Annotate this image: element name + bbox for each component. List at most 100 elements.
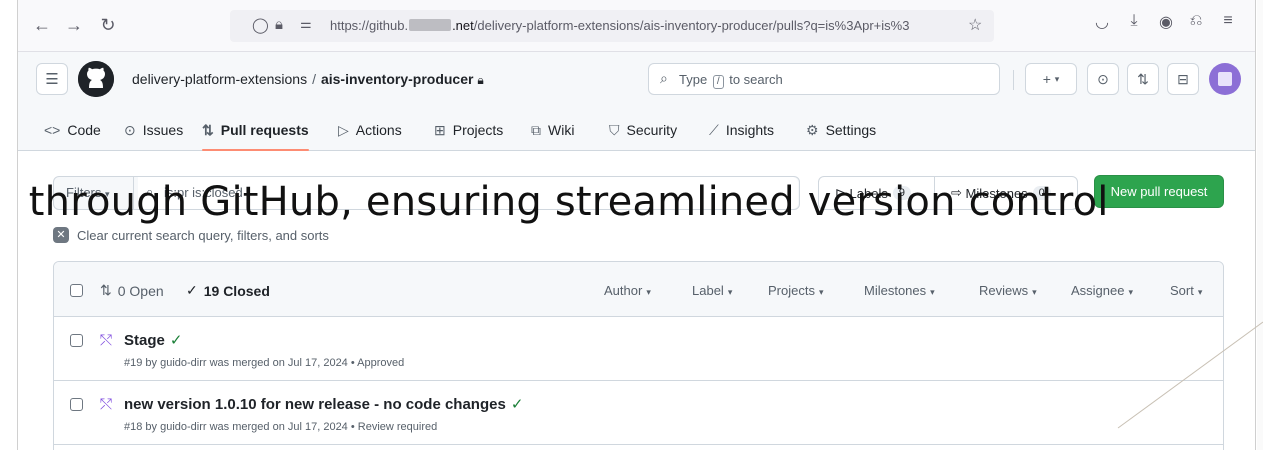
tab-actions[interactable]: ▷ Actions (338, 109, 402, 151)
browser-window: ← → ↻ ◯ 🔒︎ ⚌ https://github. .net/deliver… (18, 0, 1256, 450)
issues-button[interactable]: ⊙ (1087, 63, 1119, 95)
tab-label: Projects (452, 122, 504, 138)
tab-issues[interactable]: ⊙ Issues (124, 109, 183, 151)
repo-nav-tabs: <> Code ⊙ Issues ⇅ Pull requests ▷ Actions ⊞… (18, 109, 1255, 151)
caret-down-icon: ▾ (646, 287, 651, 297)
issue-opened-icon: ⊙ (124, 121, 136, 138)
tab-wiki[interactable]: ⧉ Wiki (531, 109, 574, 151)
github-logo-icon[interactable] (78, 61, 114, 97)
projects-filter[interactable]: Projects ▾ (768, 283, 824, 298)
row-checkbox[interactable] (70, 398, 83, 411)
table-icon: ⊞ (434, 121, 446, 138)
label-filter[interactable]: Label ▾ (692, 283, 732, 298)
caret-down-icon: ▾ (818, 287, 824, 297)
closed-filter-link[interactable]: ✓ 19 Closed (186, 282, 270, 299)
gear-icon: ⚙ (806, 121, 819, 138)
pr-title-link[interactable]: Stage ✓ (124, 331, 182, 349)
hamburger-icon: ☰ (45, 71, 59, 88)
menu-icon[interactable]: ≡ (1216, 12, 1240, 30)
tab-pull-requests[interactable]: ⇅ Pull requests (202, 109, 309, 151)
book-icon: ⧉ (531, 121, 541, 138)
open-filter-link[interactable]: ⇅ 0 Open (100, 282, 164, 299)
list-header: ⇅ 0 Open ✓ 19 Closed Author ▾ Label ▾ Projec… (54, 262, 1223, 317)
github-header: ☰ delivery-platform-extensions / ais-inven… (18, 52, 1255, 151)
clear-filters-label: Clear current search query, filters, and… (77, 227, 329, 243)
caret-down-icon: ▾ (1054, 73, 1060, 84)
url-prefix: https://github. (330, 18, 409, 33)
repo-owner-link[interactable]: delivery-platform-extensions (132, 71, 307, 87)
lock-icon[interactable]: 🔒︎ (275, 16, 283, 33)
account-icon[interactable]: ◉ (1154, 12, 1178, 32)
back-icon[interactable]: ← (28, 11, 56, 39)
graph-icon: ⟋ (709, 121, 719, 138)
projects-filter-label: Projects (768, 283, 815, 298)
search-placeholder-after: to search (729, 72, 783, 87)
tab-label: Pull requests (220, 122, 309, 138)
assignee-filter[interactable]: Assignee ▾ (1071, 283, 1133, 298)
menu-button[interactable]: ☰ (36, 63, 68, 95)
download-icon[interactable]: ⤓ (1122, 12, 1146, 30)
row-checkbox[interactable] (70, 334, 83, 347)
pull-requests-button[interactable]: ⇅ (1127, 63, 1159, 95)
tab-settings[interactable]: ⚙ Settings (806, 109, 876, 151)
search-input[interactable]: ⌕ Type / to search (648, 63, 1000, 95)
repo-name-link[interactable]: ais-inventory-producer (321, 71, 473, 87)
url-path: /delivery-platform-extensions/ais-invent… (473, 18, 910, 33)
play-icon: ▷ (338, 121, 349, 138)
caret-down-icon: ▾ (727, 287, 733, 297)
redacted-domain (409, 19, 452, 31)
git-pull-request-icon: ⇅ (202, 121, 214, 138)
sort-label: Sort (1170, 283, 1194, 298)
avatar[interactable] (1209, 63, 1241, 95)
tab-label: Issues (142, 122, 184, 138)
tab-label: Actions (355, 122, 402, 138)
address-bar[interactable]: ◯ 🔒︎ ⚌ https://github. .net/delivery-plat… (230, 10, 994, 42)
sort-dropdown[interactable]: Sort ▾ (1170, 283, 1202, 298)
browser-toolbar: ← → ↻ ◯ 🔒︎ ⚌ https://github. .net/deliver… (18, 0, 1255, 52)
private-lock-icon: 🔒︎ (477, 73, 484, 87)
label-filter-label: Label (692, 283, 724, 298)
close-icon: ✕ (53, 227, 69, 243)
caret-down-icon: ▾ (1128, 287, 1134, 297)
pr-meta: #18 by guido-dirr was merged on Jul 17, … (124, 421, 438, 433)
git-merge-icon: ⤲ (100, 332, 113, 349)
permissions-icon[interactable]: ⚌ (300, 16, 312, 32)
search-placeholder-before: Type (679, 72, 708, 87)
tab-label: Wiki (548, 122, 575, 138)
pr-title-link[interactable]: new version 1.0.10 for new release - no … (124, 395, 523, 413)
list-item: ⤲ Stage ✓ #19 by guido-dirr was merged on… (54, 317, 1223, 381)
git-pull-request-icon: ⇅ (1137, 70, 1149, 87)
reviews-filter[interactable]: Reviews ▾ (979, 283, 1037, 298)
bookmark-star-icon[interactable]: ☆ (968, 15, 982, 35)
inbox-button[interactable]: ⊟ (1167, 63, 1199, 95)
caret-down-icon: ▾ (1197, 287, 1203, 297)
tab-code[interactable]: <> Code (44, 109, 101, 151)
list-item: ⤲ new version 1.0.10 for new release - n… (54, 381, 1223, 445)
check-icon: ✓ (169, 332, 183, 349)
new-pull-request-button[interactable]: New pull request (1094, 175, 1224, 208)
tab-label: Settings (825, 122, 877, 138)
url-domain-suffix: .net (452, 18, 474, 33)
author-filter[interactable]: Author ▾ (604, 283, 651, 298)
url-text[interactable]: https://github. .net/delivery-platform-ex… (330, 18, 950, 33)
tab-security[interactable]: ⛉ Security (609, 109, 677, 151)
check-icon: ✓ (510, 396, 524, 413)
extensions-icon[interactable]: ⎌ (1184, 12, 1208, 30)
pull-request-list: ⇅ 0 Open ✓ 19 Closed Author ▾ Label ▾ Projec… (53, 261, 1224, 450)
check-icon: ✓ (186, 282, 198, 298)
forward-icon[interactable]: → (60, 11, 88, 39)
background-window-right (1257, 0, 1263, 450)
header-divider (1013, 70, 1014, 90)
tab-insights[interactable]: ⟋ Insights (709, 109, 774, 151)
shield-icon: ⛉ (609, 121, 620, 138)
create-new-button[interactable]: + ▾ (1025, 63, 1077, 95)
select-all-checkbox[interactable] (70, 284, 83, 297)
reload-icon[interactable]: ↻ (94, 11, 122, 39)
pocket-icon[interactable]: ◡ (1090, 12, 1114, 32)
milestones-filter[interactable]: Milestones ▾ (864, 283, 935, 298)
shield-icon[interactable]: ◯ (252, 16, 269, 34)
git-pull-request-icon: ⇅ (100, 282, 112, 298)
inbox-icon: ⊟ (1177, 70, 1189, 87)
tab-projects[interactable]: ⊞ Projects (434, 109, 503, 151)
clear-filters-link[interactable]: ✕ Clear current search query, filters, an… (53, 227, 329, 243)
